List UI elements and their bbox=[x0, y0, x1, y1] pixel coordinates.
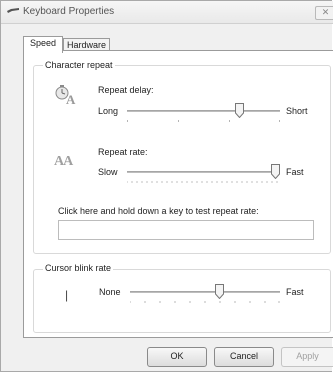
window-title: Keyboard Properties bbox=[23, 6, 115, 17]
repeat-delay-icon: A bbox=[55, 85, 76, 106]
tab-speed[interactable]: Speed bbox=[23, 36, 63, 53]
repeat-delay-max-label: Short bbox=[286, 106, 308, 116]
tab-speed-label: Speed bbox=[29, 38, 57, 48]
ok-button[interactable]: OK bbox=[147, 347, 207, 367]
speed-tab-panel: Character repeat A Repeat delay: Long Sh… bbox=[23, 50, 333, 338]
repeat-rate-ticks bbox=[127, 181, 278, 183]
keyboard-properties-window: Keyboard Properties ✕ Speed Hardware Cha… bbox=[0, 0, 333, 372]
cancel-button[interactable]: Cancel bbox=[214, 347, 274, 367]
cancel-button-label: Cancel bbox=[229, 351, 258, 361]
repeat-delay-thumb[interactable] bbox=[235, 103, 244, 118]
tab-hardware-label: Hardware bbox=[66, 40, 106, 50]
repeat-delay-track bbox=[127, 110, 280, 113]
cursor-blink-group-label: Cursor blink rate bbox=[43, 263, 114, 273]
repeat-delay-ticks bbox=[127, 120, 280, 122]
cursor-blink-slider[interactable] bbox=[130, 284, 280, 304]
apply-button[interactable]: Apply bbox=[281, 347, 333, 367]
cursor-blink-track bbox=[130, 291, 280, 294]
repeat-delay-min-label: Long bbox=[98, 106, 119, 116]
cursor-blink-thumb[interactable] bbox=[214, 284, 224, 299]
ok-button-label: OK bbox=[170, 351, 184, 361]
apply-button-label: Apply bbox=[296, 351, 319, 361]
repeat-delay-slider[interactable] bbox=[127, 103, 280, 123]
keyboard-icon bbox=[7, 8, 19, 13]
repeat-rate-max-label: Fast bbox=[286, 167, 304, 177]
cursor-preview-icon: | bbox=[65, 288, 69, 302]
repeat-rate-slider[interactable] bbox=[127, 164, 280, 184]
repeat-rate-track bbox=[127, 171, 280, 174]
test-repeat-rate-field[interactable] bbox=[58, 220, 314, 240]
character-repeat-group-label: Character repeat bbox=[43, 60, 115, 70]
cursor-blink-max-label: Fast bbox=[286, 287, 304, 297]
repeat-rate-label: Repeat rate: bbox=[98, 147, 148, 157]
cursor-blink-min-label: None bbox=[99, 287, 121, 297]
close-button[interactable]: ✕ bbox=[315, 6, 333, 20]
close-icon: ✕ bbox=[321, 7, 330, 17]
cursor-blink-ticks bbox=[130, 301, 280, 303]
svg-text:A: A bbox=[66, 92, 76, 106]
title-bar[interactable]: Keyboard Properties ✕ bbox=[1, 1, 333, 24]
test-repeat-rate-label: Click here and hold down a key to test r… bbox=[58, 206, 259, 216]
repeat-rate-min-label: Slow bbox=[98, 167, 118, 177]
repeat-delay-label: Repeat delay: bbox=[98, 85, 154, 95]
repeat-rate-thumb[interactable] bbox=[271, 164, 280, 179]
repeat-rate-icon: AA bbox=[54, 154, 73, 169]
